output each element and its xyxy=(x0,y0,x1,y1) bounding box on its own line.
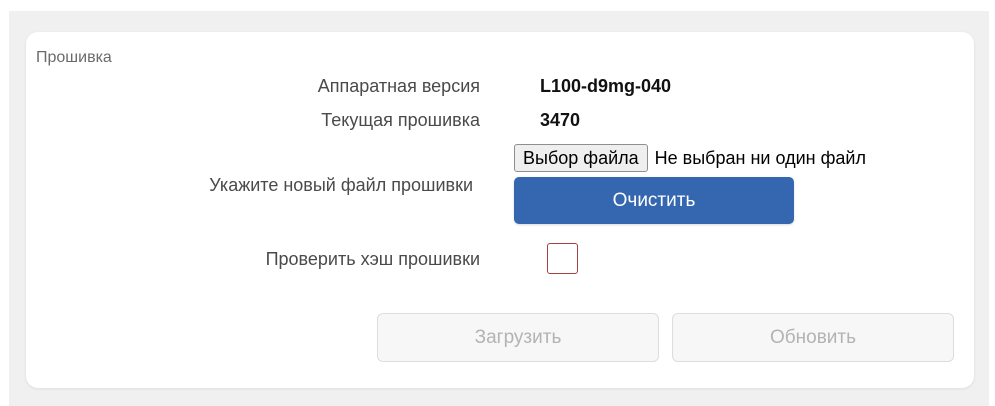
upload-button-label: Загрузить xyxy=(474,326,562,348)
file-status-text: Не выбран ни один файл xyxy=(654,147,866,168)
verify-hash-label: Проверить хэш прошивки xyxy=(265,249,480,269)
upload-button[interactable]: Загрузить xyxy=(377,313,659,362)
new-firmware-file-label: Укажите новый файл прошивки xyxy=(209,175,473,195)
update-button[interactable]: Обновить xyxy=(672,313,954,362)
current-firmware-value: 3470 xyxy=(540,110,581,130)
current-firmware-label: Текущая прошивка xyxy=(321,110,480,130)
hardware-version-value: L100-d9mg-040 xyxy=(540,76,672,96)
clear-button[interactable]: Очистить xyxy=(514,177,794,224)
clear-button-label: Очистить xyxy=(612,189,696,211)
verify-hash-checkbox[interactable] xyxy=(547,243,578,274)
update-button-label: Обновить xyxy=(769,326,857,348)
section-title: Прошивка xyxy=(36,49,112,66)
choose-file-button[interactable]: Выбор файла xyxy=(514,144,648,172)
file-input: Выбор файла Не выбран ни один файл xyxy=(514,144,866,172)
hardware-version-label: Аппаратная версия xyxy=(317,76,480,96)
